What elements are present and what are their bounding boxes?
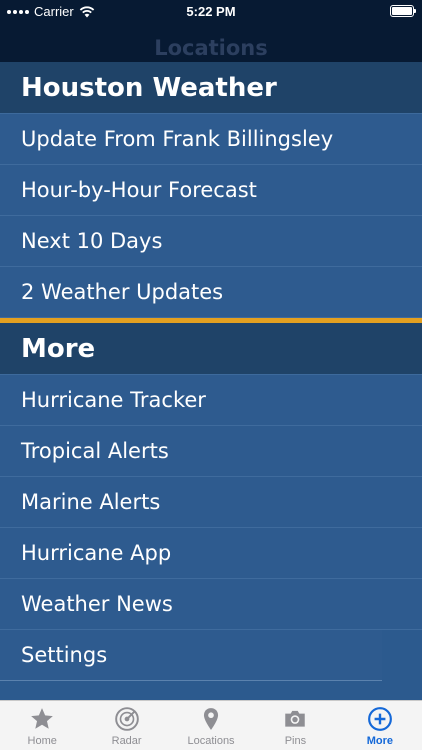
tab-bar: Home Radar Locations Pins More: [0, 700, 422, 750]
menu-item-tropical-alerts[interactable]: Tropical Alerts: [0, 426, 422, 477]
camera-icon: [285, 710, 306, 727]
tab-pins-label: Pins: [284, 735, 307, 747]
menu-item-hour-by-hour-forecast[interactable]: Hour-by-Hour Forecast: [0, 165, 422, 216]
tab-home-label: Home: [27, 735, 57, 747]
menu-item-weather-updates[interactable]: 2 Weather Updates: [0, 267, 422, 318]
menu-item-next-10-days[interactable]: Next 10 Days: [0, 216, 422, 267]
section-header-more: More: [0, 323, 422, 375]
plus-circle-icon: [367, 707, 392, 731]
nav-bar: Locations: [0, 22, 422, 62]
location-pin-icon: [203, 708, 219, 730]
menu-item-update-frank-billingsley[interactable]: Update From Frank Billingsley: [0, 114, 422, 165]
menu-item-settings[interactable]: Settings: [0, 630, 382, 681]
tab-pins[interactable]: Pins: [253, 701, 337, 750]
status-time: 5:22 PM: [186, 4, 236, 19]
menu-item-hurricane-tracker[interactable]: Hurricane Tracker: [0, 375, 422, 426]
nav-title: Locations: [154, 36, 268, 60]
tab-radar[interactable]: Radar: [84, 701, 168, 750]
section-header-houston-weather: Houston Weather: [0, 62, 422, 114]
radar-icon: [114, 707, 139, 731]
tab-home[interactable]: Home: [0, 701, 84, 750]
menu-item-weather-news[interactable]: Weather News: [0, 579, 422, 630]
star-icon: [31, 708, 54, 729]
menu-list[interactable]: Houston Weather Update From Frank Billin…: [0, 62, 422, 700]
tab-locations-label: Locations: [187, 735, 235, 747]
tab-more[interactable]: More: [338, 701, 422, 750]
menu-item-marine-alerts[interactable]: Marine Alerts: [0, 477, 422, 528]
tab-more-label: More: [366, 735, 393, 747]
tab-radar-label: Radar: [111, 735, 142, 747]
menu-item-hurricane-app[interactable]: Hurricane App: [0, 528, 422, 579]
battery-icon: [390, 5, 416, 17]
status-bar: Carrier 5:22 PM: [0, 0, 422, 22]
tab-locations[interactable]: Locations: [169, 701, 253, 750]
